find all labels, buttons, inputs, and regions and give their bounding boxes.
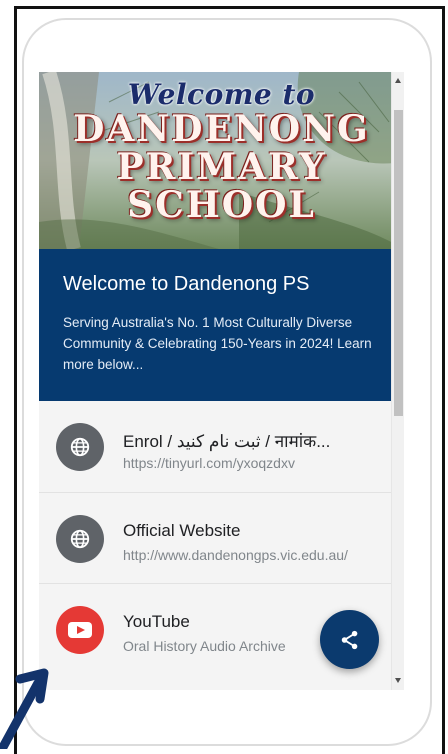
- banner-title: Welcome to Dandenong PS: [63, 273, 310, 295]
- link-title: Official Website: [123, 521, 241, 540]
- scrollbar[interactable]: [391, 72, 404, 690]
- globe-icon: [56, 515, 104, 563]
- link-url: Oral History Audio Archive: [123, 638, 286, 654]
- globe-icon: [56, 423, 104, 471]
- hero-image: Welcome to DANDENONG PRIMARY SCHOOL: [39, 72, 404, 249]
- link-url: https://tinyurl.com/yxoqzdxv: [123, 455, 295, 471]
- phone-screen: Welcome to DANDENONG PRIMARY SCHOOL Welc…: [39, 72, 404, 690]
- hero-script-title: Welcome to: [127, 78, 316, 111]
- hero-line-school: SCHOOL: [127, 184, 316, 226]
- hero-line-dandenong: DANDENONG: [73, 108, 370, 150]
- share-icon: [341, 630, 357, 649]
- scroll-thumb[interactable]: [394, 110, 403, 416]
- share-button[interactable]: [320, 610, 379, 669]
- page-frame: Welcome to DANDENONG PRIMARY SCHOOL Welc…: [0, 0, 448, 754]
- welcome-banner: Welcome to Dandenong PS Serving Australi…: [39, 249, 404, 401]
- hero-title-overlay: Welcome to DANDENONG PRIMARY SCHOOL: [39, 72, 404, 249]
- banner-subtitle: Serving Australia's No. 1 Most Culturall…: [63, 315, 372, 372]
- link-item-enrol[interactable]: Enrol / ثبت نام کنید / नामांक... https:/…: [39, 401, 391, 492]
- pointer-arrow-icon: [0, 668, 49, 749]
- scroll-up-arrow-icon[interactable]: [395, 78, 401, 83]
- hero-line-primary: PRIMARY: [116, 146, 327, 188]
- scroll-down-arrow-icon[interactable]: [395, 678, 401, 683]
- link-title: YouTube: [123, 612, 190, 631]
- link-item-official-website[interactable]: Official Website http://www.dandenongps.…: [39, 492, 391, 583]
- youtube-icon: [56, 606, 104, 654]
- link-title: Enrol / ثبت نام کنید / नामांक...: [123, 432, 331, 451]
- link-url: http://www.dandenongps.vic.edu.au/: [123, 547, 348, 563]
